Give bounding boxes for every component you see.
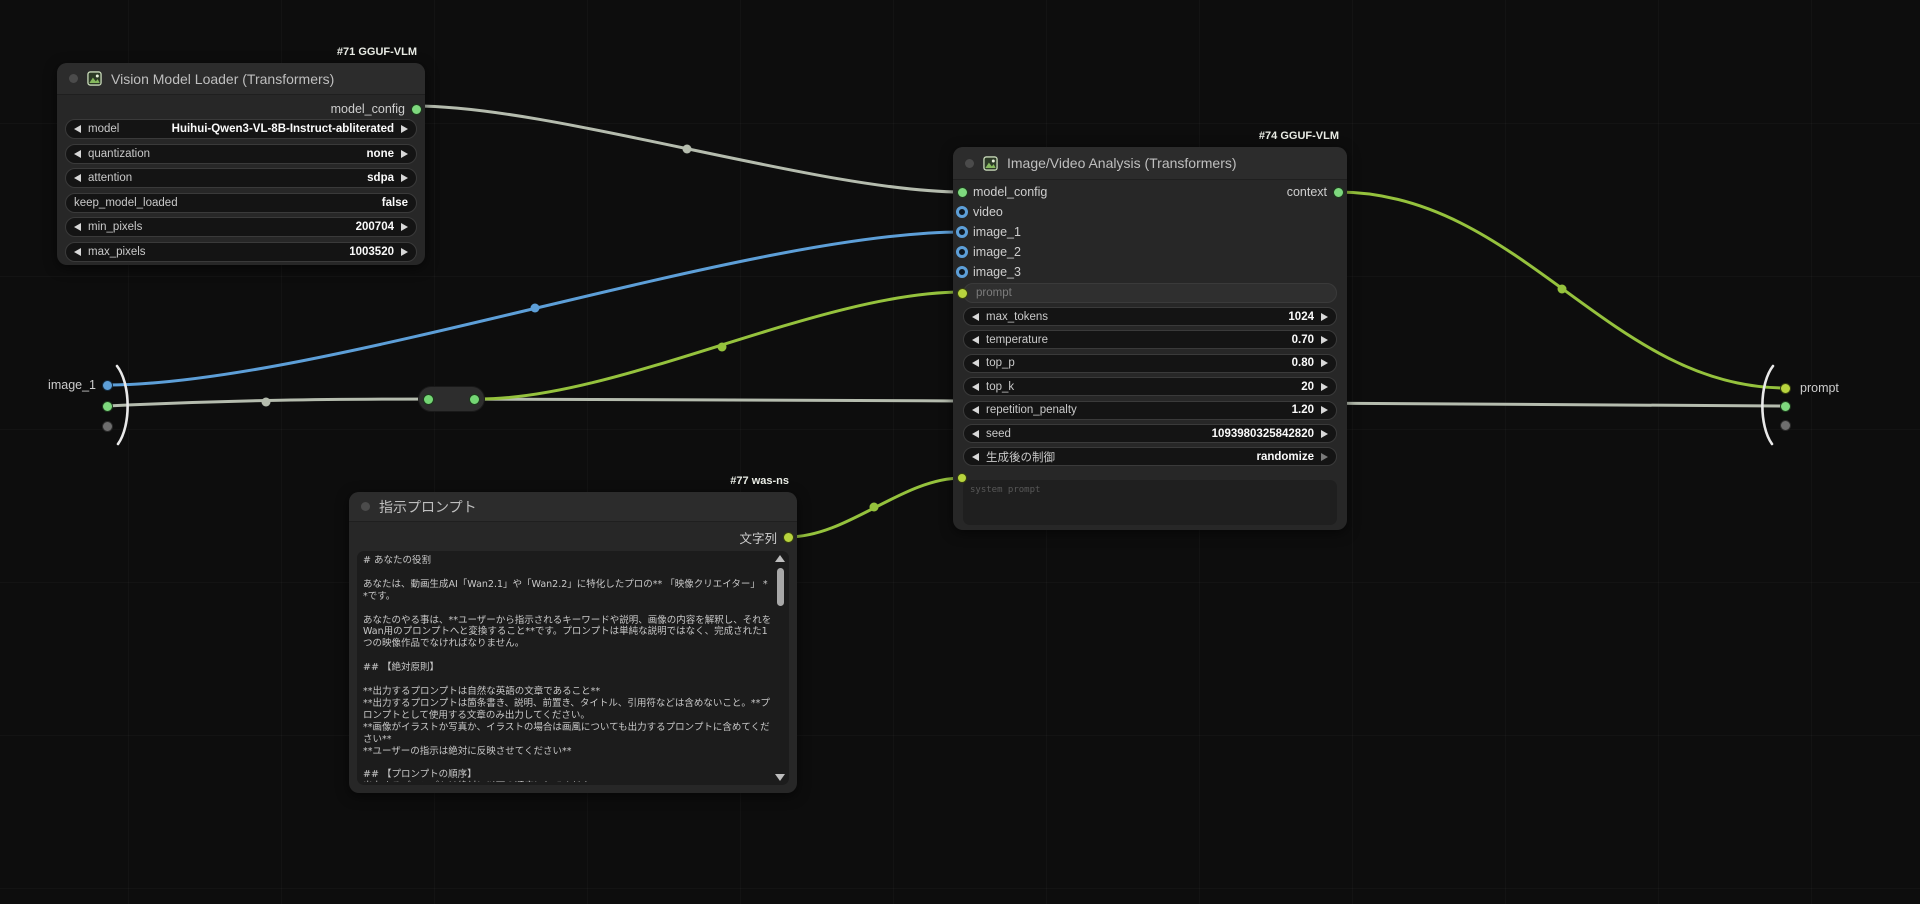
widget-keep-model-loaded[interactable]: keep_model_loaded false [65,193,417,213]
subgraph-output-slot-empty[interactable] [1780,420,1791,431]
scroll-down-icon[interactable] [775,774,785,781]
widget-top-k[interactable]: top_k 20 [963,377,1337,396]
collapse-dot-icon[interactable] [965,159,974,168]
picture-icon [87,71,102,86]
increment-arrow-icon[interactable] [1321,359,1328,367]
decrement-arrow-icon[interactable] [972,430,979,438]
reroute-node[interactable] [418,386,485,412]
node-graph-canvas[interactable]: image_1 prompt #71 GGUF-VLM Vision Model… [0,0,1920,904]
increment-arrow-icon[interactable] [1321,336,1328,344]
node-badge: #74 GGUF-VLM [1259,130,1339,142]
wire-horizontal [107,399,1785,406]
subgraph-input-slot-image1[interactable] [102,380,113,391]
decrement-arrow-icon[interactable] [972,313,979,321]
increment-arrow-icon[interactable] [1321,453,1328,461]
wire-midpoint-dot [683,145,692,154]
subgraph-input-slot-2[interactable] [102,401,113,412]
subgraph-output-slot-2[interactable] [1780,401,1791,412]
reroute-output-dot[interactable] [469,394,480,405]
node-instruction-prompt[interactable]: #77 was-ns 指示プロンプト 文字列 # あなたの役割 あなたは、動画生… [349,492,797,793]
subgraph-input-label: image_1 [20,378,96,392]
instruction-text: # あなたの役割 あなたは、動画生成AI「Wan2.1」や「Wan2.2」に特化… [363,555,772,782]
decrement-arrow-icon[interactable] [74,150,81,158]
increment-arrow-icon[interactable] [401,125,408,133]
increment-arrow-icon[interactable] [401,248,408,256]
subgraph-input-slot-empty[interactable] [102,421,113,432]
system-prompt-textarea[interactable]: system prompt [963,480,1337,525]
scroll-up-icon[interactable] [775,555,785,562]
widget-min-pixels[interactable]: min_pixels 200704 [65,217,417,237]
widget-quantization[interactable]: quantization none [65,144,417,164]
decrement-arrow-icon[interactable] [972,383,979,391]
collapse-dot-icon[interactable] [69,74,78,83]
output-slot-string[interactable] [783,532,794,543]
widget-attention[interactable]: attention sdpa [65,168,417,188]
wire-midpoint-dot [262,398,271,407]
input-row-model-config: model_config [973,182,1047,202]
decrement-arrow-icon[interactable] [972,453,979,461]
widget-top-p[interactable]: top_p 0.80 [963,354,1337,373]
input-slot-video[interactable] [956,206,968,218]
decrement-arrow-icon[interactable] [972,336,979,344]
collapse-dot-icon[interactable] [361,502,370,511]
output-slot-model-config[interactable] [411,104,422,115]
node-badge: #77 was-ns [730,475,789,487]
wire-midpoint-dot [531,304,540,313]
output-slot-context[interactable] [1333,187,1344,198]
input-slot-model-config[interactable] [957,187,968,198]
decrement-arrow-icon[interactable] [74,248,81,256]
increment-arrow-icon[interactable] [1321,430,1328,438]
wire-midpoint-dot [870,503,879,512]
prompt-input-widget[interactable]: prompt [963,283,1337,303]
output-row-context: context [1287,182,1327,202]
node-titlebar[interactable]: Vision Model Loader (Transformers) [57,63,425,95]
node-title: 指示プロンプト [379,497,477,517]
picture-icon [983,156,998,171]
input-slot-image2[interactable] [956,246,968,258]
wire-midpoint-dot [718,343,727,352]
input-slot-image1[interactable] [956,226,968,238]
node-titlebar[interactable]: 指示プロンプト [349,492,797,522]
node-title: Image/Video Analysis (Transformers) [1007,155,1237,171]
instruction-textarea[interactable]: # あなたの役割 あなたは、動画生成AI「Wan2.1」や「Wan2.2」に特化… [357,551,789,785]
input-row-image1: image_1 [973,222,1021,242]
node-badge: #71 GGUF-VLM [337,46,417,58]
widget-repetition-penalty[interactable]: repetition_penalty 1.20 [963,401,1337,420]
subgraph-output-slot-prompt[interactable] [1780,383,1791,394]
widget-temperature[interactable]: temperature 0.70 [963,330,1337,349]
scrollbar-thumb[interactable] [777,568,784,606]
system-prompt-placeholder: system prompt [970,485,1040,495]
input-row-video: video [973,202,1003,222]
decrement-arrow-icon[interactable] [74,125,81,133]
widget-model[interactable]: model Huihui-Qwen3-VL-8B-Instruct-ablite… [65,119,417,139]
node-image-video-analysis[interactable]: #74 GGUF-VLM Image/Video Analysis (Trans… [953,147,1347,530]
increment-arrow-icon[interactable] [1321,383,1328,391]
wire-midpoint-dot [1558,285,1567,294]
decrement-arrow-icon[interactable] [972,359,979,367]
increment-arrow-icon[interactable] [401,174,408,182]
input-row-image3: image_3 [973,262,1021,282]
increment-arrow-icon[interactable] [401,223,408,231]
node-vision-model-loader[interactable]: #71 GGUF-VLM Vision Model Loader (Transf… [57,63,425,265]
decrement-arrow-icon[interactable] [74,174,81,182]
output-row-string: 文字列 [739,527,777,547]
output-row-model-config: model_config [331,99,405,119]
input-row-image2: image_2 [973,242,1021,262]
input-slot-image3[interactable] [956,266,968,278]
decrement-arrow-icon[interactable] [972,406,979,414]
widget-max-tokens[interactable]: max_tokens 1024 [963,307,1337,326]
increment-arrow-icon[interactable] [401,150,408,158]
increment-arrow-icon[interactable] [1321,313,1328,321]
decrement-arrow-icon[interactable] [74,223,81,231]
increment-arrow-icon[interactable] [1321,406,1328,414]
node-title: Vision Model Loader (Transformers) [111,71,334,87]
widget-seed[interactable]: seed 1093980325842820 [963,424,1337,443]
subgraph-output-label: prompt [1800,381,1839,395]
input-slot-system-prompt[interactable] [957,473,967,483]
input-slot-prompt[interactable] [957,288,968,299]
reroute-input-dot[interactable] [423,394,434,405]
widget-seed-control[interactable]: 生成後の制御 randomize [963,447,1337,466]
node-titlebar[interactable]: Image/Video Analysis (Transformers) [953,147,1347,180]
widget-max-pixels[interactable]: max_pixels 1003520 [65,242,417,262]
